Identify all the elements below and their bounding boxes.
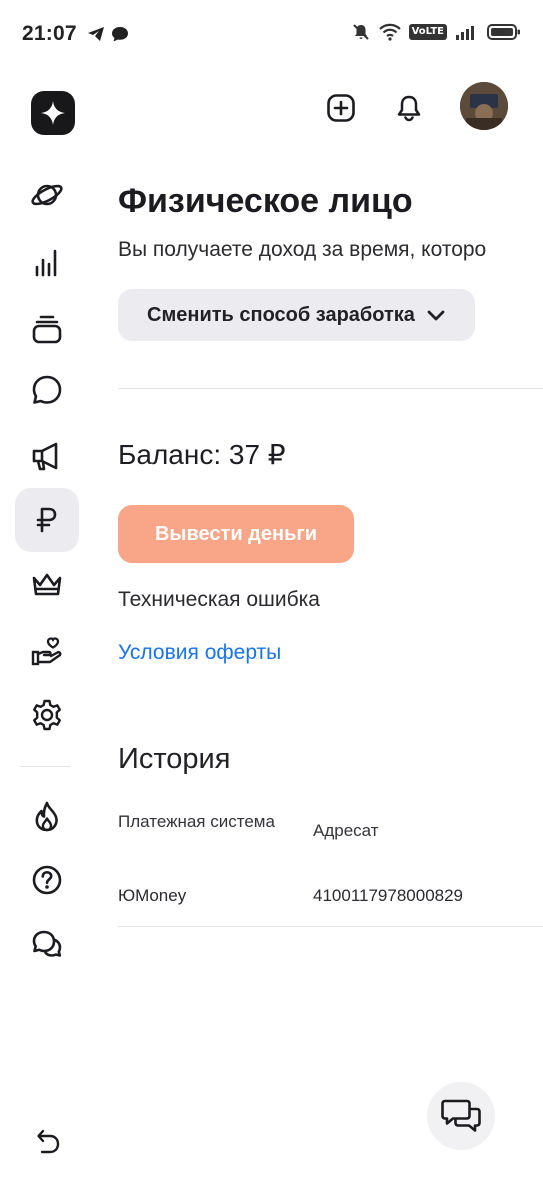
status-time: 21:07 [22, 22, 77, 45]
crown-icon [32, 573, 62, 596]
switch-earning-method-button[interactable]: Сменить способ заработка [118, 289, 475, 341]
notifications-button[interactable] [387, 86, 431, 130]
plus-square-icon [327, 94, 355, 122]
ruble-icon [36, 507, 57, 533]
page-title: Физическое лицо [118, 182, 413, 220]
megaphone-icon [32, 442, 58, 471]
sidebar-item-help[interactable] [15, 848, 79, 912]
column-header-recipient: Адресат [313, 821, 379, 840]
chats-icon [441, 1099, 481, 1132]
sidebar-item-messages[interactable] [15, 358, 79, 422]
sidebar-item-premium[interactable] [15, 554, 79, 618]
help-circle-icon [32, 865, 62, 895]
sidebar-item-feedback[interactable] [15, 912, 79, 976]
support-chat-button[interactable] [427, 1082, 495, 1150]
table-divider [118, 926, 543, 927]
history-title: История [118, 743, 231, 775]
bell-icon [397, 95, 421, 122]
app-logo[interactable] [31, 91, 75, 135]
table-cell-recipient: 4100117978000829 [313, 886, 464, 905]
flame-icon [35, 801, 58, 832]
withdraw-button[interactable]: Вывести деньги [118, 505, 354, 563]
section-divider [118, 388, 543, 389]
table-cell-payment-system: ЮMoney [118, 886, 187, 905]
switch-earning-method-label: Сменить способ заработка [147, 303, 415, 326]
layers-icon [32, 315, 62, 344]
sidebar-item-settings[interactable] [15, 683, 79, 747]
offer-terms-link[interactable]: Условия оферты [118, 641, 281, 665]
sparkle-icon [41, 101, 65, 125]
volte-badge: VoLTE [408, 24, 447, 40]
error-message: Техническая ошибка [118, 588, 320, 611]
signal-icon [456, 26, 474, 40]
page-description: Вы получаете доход за время, которо [118, 238, 487, 261]
sidebar-item-donations[interactable] [15, 620, 79, 684]
status-left-icons [86, 24, 130, 44]
balance-text: Баланс: 37 ₽ [118, 439, 286, 470]
sidebar-item-trending[interactable] [15, 785, 79, 849]
sidebar-item-finance[interactable] [15, 488, 79, 552]
back-button[interactable] [28, 1122, 68, 1162]
bar-chart-icon [35, 249, 57, 277]
column-header-payment-system: Платежная система [118, 812, 275, 831]
avatar-image [460, 82, 508, 130]
chats-icon [32, 930, 62, 957]
wifi-icon [378, 23, 401, 41]
user-avatar[interactable] [460, 82, 508, 130]
sidebar-item-promotion[interactable] [15, 424, 79, 488]
chat-bubble-icon [32, 375, 62, 404]
sidebar-divider [20, 766, 70, 767]
sidebar-item-subscriptions[interactable] [15, 297, 79, 361]
back-arrow-icon [37, 1129, 60, 1154]
hand-heart-icon [31, 637, 62, 666]
sidebar-item-stats[interactable] [15, 231, 79, 295]
gear-icon [33, 699, 61, 731]
status-right-icons: VoLTE [351, 22, 521, 42]
chevron-down-icon [427, 310, 445, 321]
planet-icon [31, 184, 63, 206]
chat-status-icon [112, 27, 128, 42]
telegram-icon [88, 27, 104, 41]
mute-icon [352, 24, 369, 40]
add-button[interactable] [319, 86, 363, 130]
sidebar-item-explore[interactable] [15, 163, 79, 227]
battery-icon [487, 24, 520, 40]
